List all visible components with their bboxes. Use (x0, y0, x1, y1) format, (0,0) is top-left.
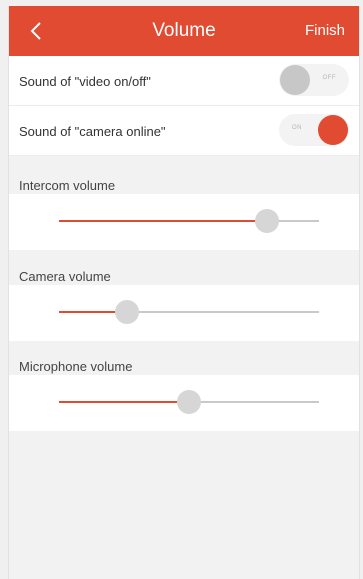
camera-volume-label: Camera volume (19, 269, 111, 284)
intercom-volume-slider[interactable] (59, 209, 319, 233)
intercom-volume-row (9, 194, 359, 250)
slider-thumb[interactable] (255, 209, 279, 233)
microphone-volume-label: Microphone volume (19, 359, 133, 374)
toggle-row-camera: Sound of "camera online" ON (9, 106, 359, 156)
microphone-volume-row (9, 375, 359, 431)
slider-thumb[interactable] (177, 390, 201, 414)
header-bar: Volume Finish (9, 6, 359, 56)
toggle-knob (318, 115, 348, 145)
toggle-row-video: Sound of "video on/off" OFF (9, 56, 359, 106)
toggle-label: Sound of "video on/off" (19, 74, 151, 89)
toggle-label: Sound of "camera online" (19, 124, 166, 139)
slider-fill (59, 401, 189, 403)
camera-sound-toggle[interactable]: ON (279, 114, 349, 146)
intercom-volume-label: Intercom volume (19, 178, 116, 193)
camera-volume-row (9, 285, 359, 341)
slider-fill (59, 220, 267, 222)
video-sound-toggle[interactable]: OFF (279, 64, 349, 96)
toggle-state-label: ON (292, 125, 302, 131)
app-frame: Volume Finish Sound of "video on/off" OF… (8, 6, 360, 579)
microphone-volume-slider[interactable] (59, 390, 319, 414)
finish-button[interactable]: Finish (305, 22, 345, 39)
toggle-knob (280, 65, 310, 95)
toggle-state-label: OFF (322, 75, 336, 81)
camera-volume-slider[interactable] (59, 300, 319, 324)
slider-thumb[interactable] (114, 300, 139, 324)
